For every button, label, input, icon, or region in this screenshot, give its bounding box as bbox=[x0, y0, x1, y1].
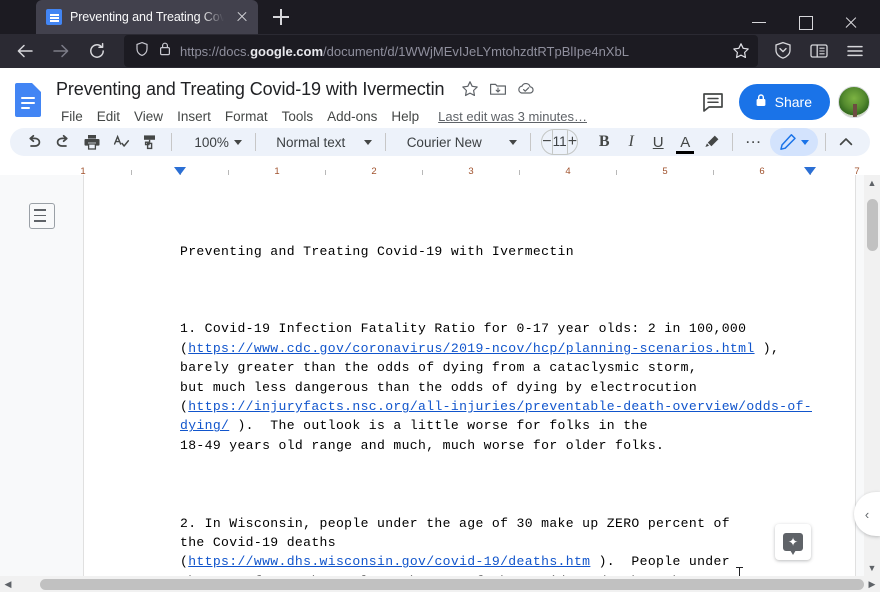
minimize-icon[interactable] bbox=[736, 6, 782, 38]
document-outline-icon[interactable] bbox=[28, 203, 55, 230]
close-window-icon[interactable] bbox=[828, 6, 874, 38]
menu-item-tools[interactable]: Tools bbox=[275, 107, 321, 126]
spellcheck-icon[interactable] bbox=[107, 128, 135, 156]
horizontal-scrollbar[interactable]: ◀ ▶ bbox=[0, 576, 880, 592]
explore-button[interactable]: ✦ bbox=[775, 524, 811, 560]
document-paragraph-1: 1. Covid-19 Infection Fatality Ratio for… bbox=[180, 321, 812, 453]
document-text[interactable]: Preventing and Treating Covid-19 with Iv… bbox=[180, 203, 825, 576]
browser-nav-bar: https://docs.google.com/document/d/1WWjM… bbox=[0, 34, 880, 69]
reload-icon[interactable] bbox=[80, 34, 114, 68]
font-select[interactable]: Courier New bbox=[399, 128, 523, 156]
redo-icon[interactable] bbox=[49, 128, 77, 156]
chevron-down-icon bbox=[364, 139, 373, 145]
document-area: Preventing and Treating Covid-19 with Iv… bbox=[0, 175, 880, 576]
browser-window: Preventing and Treating Covid- https://d… bbox=[0, 0, 880, 592]
menu-item-edit[interactable]: Edit bbox=[90, 107, 127, 126]
document-link[interactable]: https://injuryfacts.nsc.org/all-injuries… bbox=[180, 399, 812, 433]
menu-item-format[interactable]: Format bbox=[218, 107, 275, 126]
docs-header-actions: Share bbox=[695, 74, 870, 128]
forward-icon[interactable] bbox=[44, 34, 78, 68]
font-value: Courier New bbox=[406, 134, 482, 150]
url-bar[interactable]: https://docs.google.com/document/d/1WWjM… bbox=[124, 35, 758, 68]
explore-icon: ✦ bbox=[787, 535, 799, 549]
chevron-down-icon bbox=[800, 139, 809, 145]
url-text[interactable]: https://docs.google.com/document/d/1WWjM… bbox=[180, 44, 720, 59]
move-to-folder-icon[interactable] bbox=[486, 77, 510, 101]
maximize-icon[interactable] bbox=[782, 6, 828, 38]
vertical-scroll-thumb[interactable] bbox=[866, 199, 878, 252]
browser-tab[interactable]: Preventing and Treating Covid- bbox=[36, 0, 258, 34]
tab-title: Preventing and Treating Covid- bbox=[70, 10, 224, 24]
menu-item-help[interactable]: Help bbox=[384, 107, 426, 126]
last-edit-status[interactable]: Last edit was 3 minutes… bbox=[438, 109, 587, 124]
side-panel-expand-icon[interactable]: ‹ bbox=[854, 492, 880, 536]
collapse-toolbar-icon[interactable] bbox=[832, 128, 860, 156]
font-size-stepper[interactable]: − 11 + bbox=[541, 129, 579, 156]
app-menu-icon[interactable] bbox=[838, 34, 872, 68]
decrease-font-size-button[interactable]: − bbox=[542, 130, 552, 154]
paragraph-style-select[interactable]: Normal text bbox=[268, 128, 378, 156]
document-link[interactable]: https://www.cdc.gov/coronavirus/2019-nco… bbox=[188, 341, 754, 356]
highlight-icon[interactable] bbox=[699, 128, 725, 156]
document-page[interactable]: Preventing and Treating Covid-19 with Iv… bbox=[83, 175, 856, 576]
document-heading: Preventing and Treating Covid-19 with Iv… bbox=[180, 243, 574, 259]
horizontal-scroll-track[interactable] bbox=[16, 576, 864, 592]
ruler[interactable]: 1 1 2 3 4 5 6 7 bbox=[0, 162, 880, 180]
scroll-up-icon[interactable]: ▲ bbox=[864, 175, 880, 191]
menu-item-addons[interactable]: Add-ons bbox=[320, 107, 384, 126]
comment-history-icon[interactable] bbox=[695, 84, 731, 120]
horizontal-scroll-thumb[interactable] bbox=[40, 579, 864, 590]
document-link[interactable]: https://www.dhs.wisconsin.gov/covid-19/d… bbox=[188, 554, 590, 569]
google-docs-logo-icon[interactable] bbox=[8, 74, 48, 126]
text-color-button[interactable]: A bbox=[672, 128, 698, 156]
docs-menu-bar: File Edit View Insert Format Tools Add-o… bbox=[54, 104, 695, 128]
zoom-select[interactable]: 100% bbox=[186, 128, 248, 156]
google-docs-app: Preventing and Treating Covid-19 with Iv… bbox=[0, 68, 880, 592]
share-button-label: Share bbox=[774, 94, 812, 111]
share-button[interactable]: Share bbox=[738, 84, 830, 121]
editing-mode-button[interactable] bbox=[769, 128, 818, 157]
zoom-value: 100% bbox=[194, 134, 229, 150]
tab-strip: Preventing and Treating Covid- bbox=[0, 0, 880, 34]
lock-icon bbox=[754, 93, 768, 111]
docs-toolbar: 100% Normal text Courier New − 11 + B I bbox=[10, 128, 870, 157]
paragraph-style-value: Normal text bbox=[276, 134, 346, 150]
font-size-input[interactable]: 11 bbox=[551, 130, 568, 155]
menu-item-insert[interactable]: Insert bbox=[170, 107, 218, 126]
nav-bar-right-icons bbox=[766, 34, 872, 68]
underline-button[interactable]: U bbox=[645, 128, 671, 156]
menu-item-view[interactable]: View bbox=[127, 107, 170, 126]
tracking-protection-shield-icon[interactable] bbox=[134, 41, 150, 62]
cloud-saved-icon[interactable] bbox=[514, 77, 538, 101]
paint-format-icon[interactable] bbox=[136, 128, 164, 156]
bookmark-star-icon[interactable] bbox=[728, 38, 754, 64]
document-paragraph-2: 2. In Wisconsin, people under the age of… bbox=[180, 515, 730, 577]
star-icon[interactable] bbox=[458, 77, 482, 101]
scroll-left-icon[interactable]: ◀ bbox=[0, 576, 16, 592]
downloads-icon[interactable] bbox=[766, 34, 800, 68]
google-docs-favicon bbox=[46, 9, 62, 25]
italic-button[interactable]: I bbox=[618, 128, 644, 156]
document-title[interactable]: Preventing and Treating Covid-19 with Iv… bbox=[56, 79, 445, 100]
lock-icon[interactable] bbox=[158, 41, 172, 62]
back-icon[interactable] bbox=[8, 34, 42, 68]
undo-icon[interactable] bbox=[20, 128, 48, 156]
scroll-right-icon[interactable]: ▶ bbox=[864, 576, 880, 592]
close-icon[interactable] bbox=[232, 7, 252, 27]
avatar[interactable] bbox=[838, 86, 870, 119]
print-icon[interactable] bbox=[78, 128, 106, 156]
chevron-down-icon bbox=[233, 139, 242, 145]
increase-font-size-button[interactable]: + bbox=[568, 130, 578, 154]
docs-header: Preventing and Treating Covid-19 with Iv… bbox=[0, 68, 880, 128]
chevron-down-icon bbox=[508, 139, 517, 145]
more-options-button[interactable]: … bbox=[740, 128, 768, 156]
outline-rail bbox=[0, 175, 83, 576]
scroll-down-icon[interactable]: ▼ bbox=[864, 560, 880, 576]
window-controls bbox=[736, 6, 874, 38]
text-cursor bbox=[736, 567, 743, 576]
sidebar-icon[interactable] bbox=[802, 34, 836, 68]
new-tab-button[interactable] bbox=[266, 2, 296, 32]
menu-item-file[interactable]: File bbox=[54, 107, 90, 126]
bold-button[interactable]: B bbox=[591, 128, 617, 156]
